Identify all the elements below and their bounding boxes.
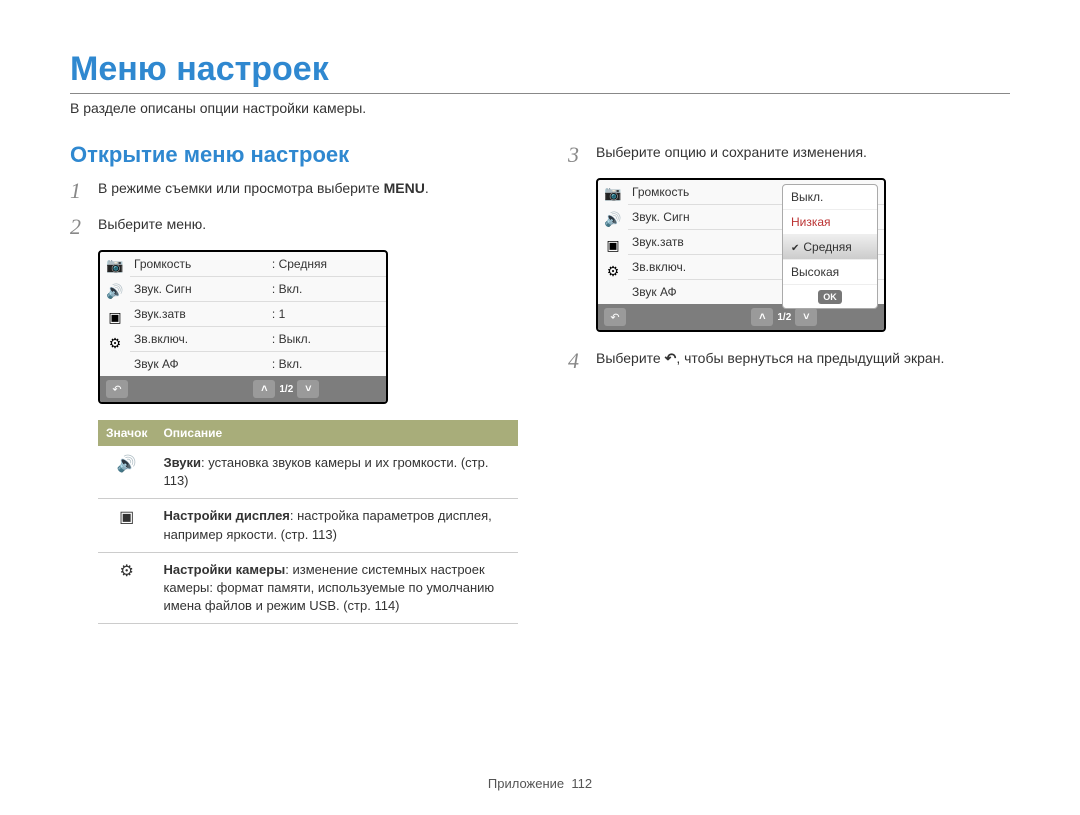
footer-section: Приложение bbox=[488, 776, 564, 791]
camera-menu-screenshot-1: 📷 🔊 ▣ ⚙ Громкость : Средняя Звук. Сигн :… bbox=[98, 250, 388, 404]
menu-row-label: Зв.включ. bbox=[134, 332, 272, 346]
menu-row-label: Звук АФ bbox=[134, 357, 272, 371]
menu-row-value: : Выкл. bbox=[272, 332, 378, 346]
sound-icon: 🔊 bbox=[98, 446, 155, 499]
camera-icon[interactable]: 📷 bbox=[603, 184, 623, 202]
step-text: Выберите опцию и сохраните изменения. bbox=[596, 142, 1010, 163]
icon-description-table: Значок Описание 🔊 Звуки: установка звуко… bbox=[98, 420, 518, 624]
menu-row-label: Звук. Сигн bbox=[134, 282, 272, 296]
return-icon: ↶ bbox=[665, 348, 677, 369]
title-underline bbox=[70, 93, 1010, 94]
page-title: Меню настроек bbox=[70, 50, 1010, 89]
table-row: 🔊 Звуки: установка звуков камеры и их гр… bbox=[98, 446, 518, 499]
display-icon[interactable]: ▣ bbox=[105, 308, 125, 326]
camera-menu-screenshot-2: 📷 🔊 ▣ ⚙ Громкость Звук. Сигн Звук.затв З… bbox=[596, 178, 886, 332]
menu-row[interactable]: Звук. Сигн : Вкл. bbox=[130, 277, 386, 302]
step-3: 3 Выберите опцию и сохраните изменения. bbox=[568, 142, 1010, 166]
option-ok[interactable]: OK bbox=[783, 285, 877, 308]
desc-bold: Настройки камеры bbox=[163, 562, 285, 577]
menu-row-value: : 1 bbox=[272, 307, 378, 321]
table-cell-desc: Настройки дисплея: настройка параметров … bbox=[155, 499, 518, 552]
menu-row-value: : Вкл. bbox=[272, 282, 378, 296]
desc-rest: : установка звуков камеры и их громкости… bbox=[163, 455, 488, 488]
step-number: 1 bbox=[70, 178, 88, 202]
back-button[interactable]: ↶ bbox=[106, 380, 128, 398]
page-footer: Приложение 112 bbox=[0, 776, 1080, 791]
step-number: 3 bbox=[568, 142, 586, 166]
camera-menu-list: Громкость : Средняя Звук. Сигн : Вкл. Зв… bbox=[130, 252, 386, 376]
sound-icon[interactable]: 🔊 bbox=[603, 210, 623, 228]
step-number: 4 bbox=[568, 348, 586, 372]
right-column: 3 Выберите опцию и сохраните изменения. … bbox=[568, 142, 1010, 624]
display-icon: ▣ bbox=[98, 499, 155, 552]
volume-option-popup: Выкл. Низкая Средняя Высокая OK bbox=[782, 184, 878, 309]
footer-page-number: 112 bbox=[571, 776, 592, 791]
page-indicator: 1/2 bbox=[279, 384, 293, 395]
step-text: В режиме съемки или просмотра выберите M… bbox=[98, 178, 518, 199]
table-head-desc: Описание bbox=[155, 420, 518, 446]
camera-footer: ↶ ˄ 1/2 ˅ bbox=[100, 376, 386, 402]
menu-row[interactable]: Зв.включ. : Выкл. bbox=[130, 327, 386, 352]
step-4: 4 Выберите ↶, чтобы вернуться на предыду… bbox=[568, 348, 1010, 372]
step-2: 2 Выберите меню. bbox=[70, 214, 518, 238]
step-number: 2 bbox=[70, 214, 88, 238]
step1-post: . bbox=[425, 180, 429, 196]
menu-row[interactable]: Звук АФ : Вкл. bbox=[130, 352, 386, 376]
desc-bold: Звуки bbox=[163, 455, 201, 470]
option-off[interactable]: Выкл. bbox=[783, 185, 877, 210]
page-subtitle: В разделе описаны опции настройки камеры… bbox=[70, 100, 1010, 116]
page-down-button[interactable]: ˅ bbox=[297, 380, 319, 398]
step-text: Выберите ↶, чтобы вернуться на предыдущи… bbox=[596, 348, 1010, 369]
page-up-button[interactable]: ˄ bbox=[751, 308, 773, 326]
section-heading: Открытие меню настроек bbox=[70, 142, 518, 168]
gear-icon[interactable]: ⚙ bbox=[603, 262, 623, 280]
page-up-button[interactable]: ˄ bbox=[253, 380, 275, 398]
menu-row[interactable]: Громкость : Средняя bbox=[130, 252, 386, 277]
table-cell-desc: Настройки камеры: изменение системных на… bbox=[155, 552, 518, 624]
ok-badge: OK bbox=[818, 290, 842, 304]
camera-tab-icons: 📷 🔊 ▣ ⚙ bbox=[598, 180, 628, 304]
table-row: ▣ Настройки дисплея: настройка параметро… bbox=[98, 499, 518, 552]
menu-row[interactable]: Звук.затв : 1 bbox=[130, 302, 386, 327]
display-icon[interactable]: ▣ bbox=[603, 236, 623, 254]
table-head-icon: Значок bbox=[98, 420, 155, 446]
desc-bold: Настройки дисплея bbox=[163, 508, 289, 523]
step1-pre: В режиме съемки или просмотра выберите bbox=[98, 180, 384, 196]
page-down-button[interactable]: ˅ bbox=[795, 308, 817, 326]
gear-icon[interactable]: ⚙ bbox=[105, 334, 125, 352]
step-text: Выберите меню. bbox=[98, 214, 518, 235]
page-indicator: 1/2 bbox=[777, 312, 791, 323]
menu-row-value: : Средняя bbox=[272, 257, 378, 271]
table-cell-desc: Звуки: установка звуков камеры и их гром… bbox=[155, 446, 518, 499]
option-low[interactable]: Низкая bbox=[783, 210, 877, 235]
option-high[interactable]: Высокая bbox=[783, 260, 877, 285]
gear-icon: ⚙ bbox=[98, 552, 155, 624]
back-button[interactable]: ↶ bbox=[604, 308, 626, 326]
left-column: Открытие меню настроек 1 В режиме съемки… bbox=[70, 142, 518, 624]
menu-row-value: : Вкл. bbox=[272, 357, 378, 371]
step4-post: , чтобы вернуться на предыдущий экран. bbox=[676, 350, 944, 366]
step4-pre: Выберите bbox=[596, 350, 665, 366]
step-1: 1 В режиме съемки или просмотра выберите… bbox=[70, 178, 518, 202]
menu-row-label: Громкость bbox=[134, 257, 272, 271]
table-row: ⚙ Настройки камеры: изменение системных … bbox=[98, 552, 518, 624]
option-mid-selected[interactable]: Средняя bbox=[783, 235, 877, 260]
menu-glyph: MENU bbox=[384, 178, 425, 199]
menu-row-label: Звук.затв bbox=[134, 307, 272, 321]
camera-tab-icons: 📷 🔊 ▣ ⚙ bbox=[100, 252, 130, 376]
camera-icon[interactable]: 📷 bbox=[105, 256, 125, 274]
sound-icon[interactable]: 🔊 bbox=[105, 282, 125, 300]
